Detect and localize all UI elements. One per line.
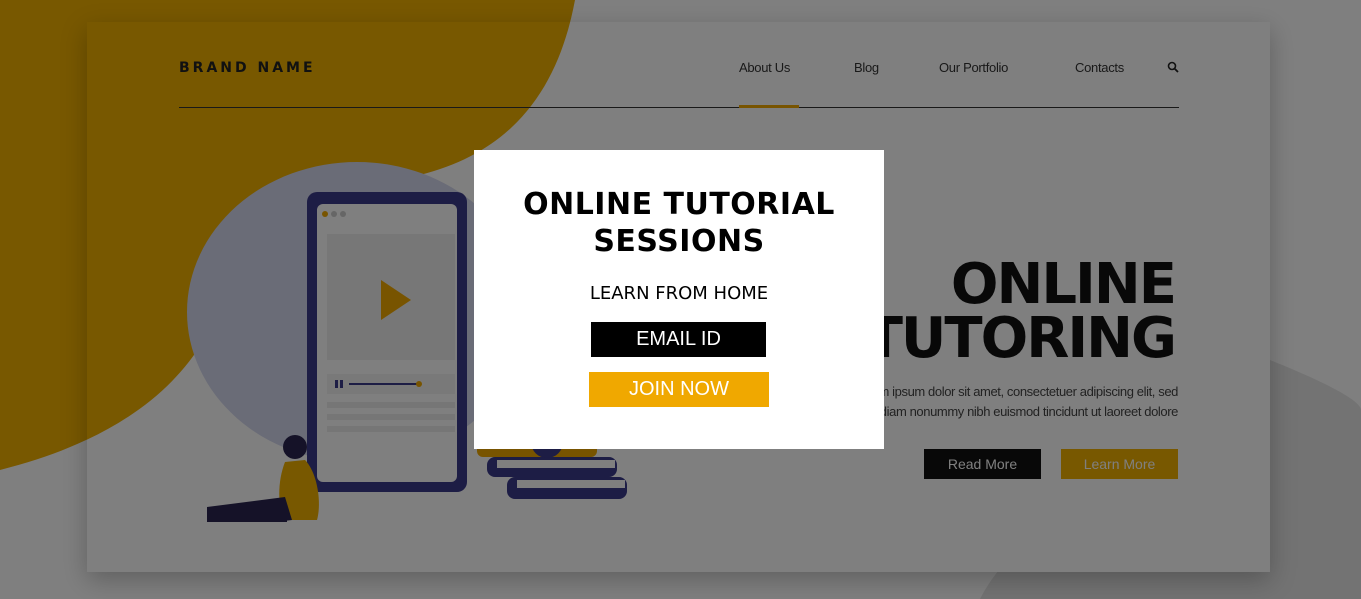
signup-modal: ONLINE TUTORIAL SESSIONS LEARN FROM HOME… — [474, 150, 884, 449]
modal-subtitle: LEARN FROM HOME — [589, 283, 769, 304]
email-field[interactable] — [591, 322, 766, 357]
modal-title: ONLINE TUTORIAL SESSIONS — [523, 187, 835, 259]
join-now-button[interactable]: JOIN NOW — [589, 372, 769, 407]
